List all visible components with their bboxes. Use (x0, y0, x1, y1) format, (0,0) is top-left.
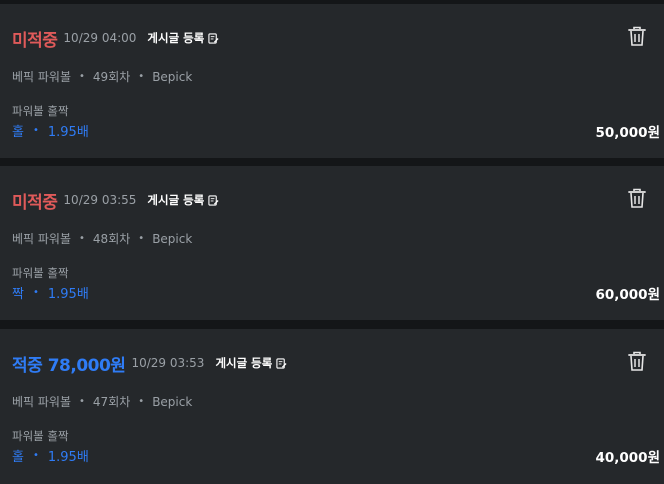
bet-amount: 60,000원 (595, 287, 660, 303)
bet-type: 파워볼 홀짝 (12, 104, 69, 118)
game-name: 베픽 파워볼 (12, 70, 72, 84)
bet-card-header: 미적중 10/29 03:55 게시글 등록 (12, 188, 219, 213)
bet-status: 적중 78,000원 (12, 355, 126, 376)
pick-choice: 홀 (12, 450, 24, 465)
post-register-label: 게시글 등록 (147, 193, 205, 207)
trash-icon[interactable] (628, 188, 646, 208)
pick-odds: 1.95배 (47, 287, 89, 302)
post-register-button[interactable]: 게시글 등록 (147, 30, 219, 46)
separator-dot: • (32, 125, 39, 136)
separator-dot: • (79, 396, 85, 407)
pick-choice: 홀 (12, 125, 24, 140)
bet-amount: 50,000원 (595, 125, 660, 141)
bet-card: 미적중 10/29 04:00 게시글 등록 베픽 파워볼 • 49회차 • B… (0, 4, 664, 158)
edit-note-icon (208, 32, 219, 44)
bet-type: 파워볼 홀짝 (12, 266, 69, 280)
bet-history-list: 미적중 10/29 04:00 게시글 등록 베픽 파워볼 • 49회차 • B… (0, 0, 664, 484)
trash-icon[interactable] (628, 351, 646, 371)
post-register-button[interactable]: 게시글 등록 (215, 355, 287, 371)
bet-pick: 홀 • 1.95배 (12, 121, 89, 140)
bet-card-header: 적중 78,000원 10/29 03:53 게시글 등록 (12, 351, 287, 376)
trash-icon[interactable] (628, 26, 646, 46)
bet-pick: 짝 • 1.95배 (12, 283, 89, 302)
round-number: 48회차 (92, 232, 131, 246)
pick-odds: 1.95배 (47, 450, 89, 465)
edit-note-icon (208, 194, 219, 206)
bet-card: 적중 78,000원 10/29 03:53 게시글 등록 베픽 파워볼 • 4… (0, 329, 664, 484)
pick-odds: 1.95배 (47, 125, 89, 140)
bet-game-info: 베픽 파워볼 • 48회차 • Bepick (12, 230, 192, 247)
bet-amount: 40,000원 (595, 450, 660, 466)
bet-status: 미적중 (12, 192, 58, 213)
bet-game-info: 베픽 파워볼 • 47회차 • Bepick (12, 393, 192, 410)
post-register-button[interactable]: 게시글 등록 (147, 192, 219, 208)
bet-time: 10/29 04:00 (63, 31, 137, 45)
separator-dot: • (32, 287, 39, 298)
bet-card: 미적중 10/29 03:55 게시글 등록 베픽 파워볼 • 48회차 • B… (0, 166, 664, 320)
bet-time: 10/29 03:55 (63, 193, 137, 207)
site-name: Bepick (152, 231, 193, 246)
edit-note-icon (276, 357, 287, 369)
separator-dot: • (138, 396, 145, 407)
site-name: Bepick (152, 69, 193, 84)
pick-choice: 짝 (12, 287, 24, 302)
game-name: 베픽 파워볼 (12, 395, 72, 409)
separator-dot: • (138, 71, 145, 82)
bet-card-header: 미적중 10/29 04:00 게시글 등록 (12, 26, 219, 51)
round-number: 49회차 (92, 70, 131, 84)
bet-type: 파워볼 홀짝 (12, 429, 69, 443)
bet-status: 미적중 (12, 30, 58, 51)
separator-dot: • (79, 233, 85, 244)
bet-pick: 홀 • 1.95배 (12, 446, 89, 465)
separator-dot: • (79, 71, 85, 82)
post-register-label: 게시글 등록 (215, 356, 273, 370)
bet-game-info: 베픽 파워볼 • 49회차 • Bepick (12, 68, 192, 85)
game-name: 베픽 파워볼 (12, 232, 72, 246)
round-number: 47회차 (92, 395, 131, 409)
site-name: Bepick (152, 394, 193, 409)
separator-dot: • (138, 233, 145, 244)
bet-time: 10/29 03:53 (131, 356, 205, 370)
separator-dot: • (32, 450, 39, 461)
post-register-label: 게시글 등록 (147, 31, 205, 45)
